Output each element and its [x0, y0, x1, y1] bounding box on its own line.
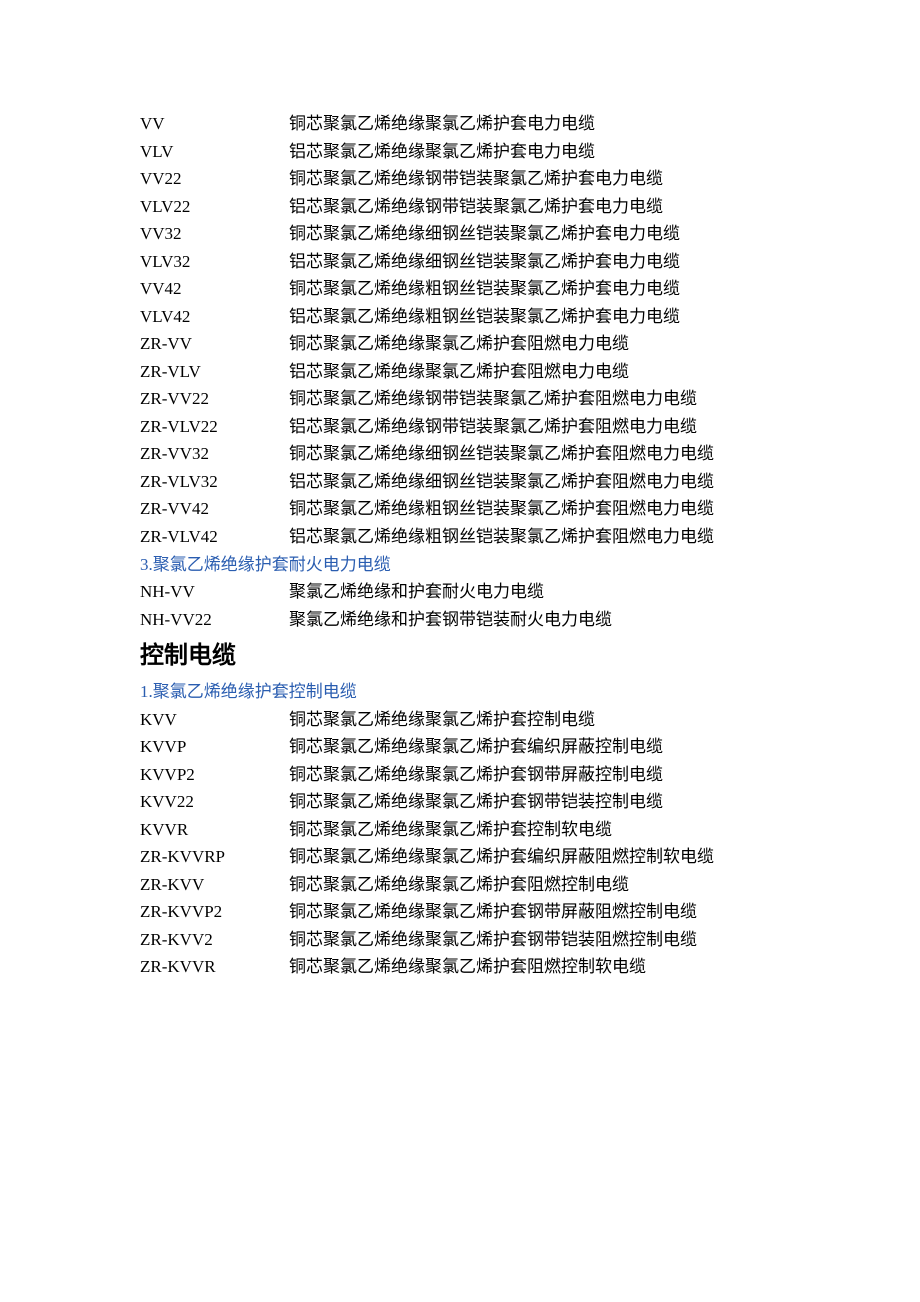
cable-code: ZR-VLV42 — [140, 523, 289, 551]
table-row: ZR-KVVRP铜芯聚氯乙烯绝缘聚氯乙烯护套编织屏蔽阻燃控制软电缆 — [140, 843, 780, 871]
cable-description: 铜芯聚氯乙烯绝缘聚氯乙烯护套阻燃电力电缆 — [289, 330, 780, 358]
cable-description: 铜芯聚氯乙烯绝缘聚氯乙烯护套钢带屏蔽阻燃控制电缆 — [289, 898, 780, 926]
cable-description: 聚氯乙烯绝缘和护套钢带铠装耐火电力电缆 — [289, 606, 780, 634]
cable-description: 铜芯聚氯乙烯绝缘聚氯乙烯护套控制软电缆 — [289, 816, 780, 844]
cable-code: ZR-VLV — [140, 358, 289, 386]
table-row: ZR-KVV2铜芯聚氯乙烯绝缘聚氯乙烯护套钢带铠装阻燃控制电缆 — [140, 926, 780, 954]
table-row: NH-VV22聚氯乙烯绝缘和护套钢带铠装耐火电力电缆 — [140, 606, 780, 634]
table-row: ZR-VV32铜芯聚氯乙烯绝缘细钢丝铠装聚氯乙烯护套阻燃电力电缆 — [140, 440, 780, 468]
cable-code: VV32 — [140, 220, 289, 248]
cable-code: ZR-KVVP2 — [140, 898, 289, 926]
cable-code: VLV42 — [140, 303, 289, 331]
cable-code: VLV32 — [140, 248, 289, 276]
cable-code: VV22 — [140, 165, 289, 193]
table-row: NH-VV聚氯乙烯绝缘和护套耐火电力电缆 — [140, 578, 780, 606]
cable-description: 铜芯聚氯乙烯绝缘聚氯乙烯护套电力电缆 — [289, 110, 780, 138]
cable-description: 铝芯聚氯乙烯绝缘钢带铠装聚氯乙烯护套电力电缆 — [289, 193, 780, 221]
cable-description: 聚氯乙烯绝缘和护套耐火电力电缆 — [289, 578, 780, 606]
cable-code: NH-VV22 — [140, 606, 289, 634]
cable-description: 铜芯聚氯乙烯绝缘聚氯乙烯护套阻燃控制软电缆 — [289, 953, 780, 981]
table-row: ZR-VLV32铝芯聚氯乙烯绝缘细钢丝铠装聚氯乙烯护套阻燃电力电缆 — [140, 468, 780, 496]
sub-heading: 1.聚氯乙烯绝缘护套控制电缆 — [140, 678, 780, 706]
table-row: VV22铜芯聚氯乙烯绝缘钢带铠装聚氯乙烯护套电力电缆 — [140, 165, 780, 193]
cable-description: 铜芯聚氯乙烯绝缘钢带铠装聚氯乙烯护套阻燃电力电缆 — [289, 385, 780, 413]
table-row: ZR-KVVP2铜芯聚氯乙烯绝缘聚氯乙烯护套钢带屏蔽阻燃控制电缆 — [140, 898, 780, 926]
cable-description: 铜芯聚氯乙烯绝缘粗钢丝铠装聚氯乙烯护套阻燃电力电缆 — [289, 495, 780, 523]
cable-code: KVVR — [140, 816, 289, 844]
cable-code: KVV22 — [140, 788, 289, 816]
cable-code: NH-VV — [140, 578, 289, 606]
table-row: KVV22铜芯聚氯乙烯绝缘聚氯乙烯护套钢带铠装控制电缆 — [140, 788, 780, 816]
table-row: VV铜芯聚氯乙烯绝缘聚氯乙烯护套电力电缆 — [140, 110, 780, 138]
cable-description: 铜芯聚氯乙烯绝缘聚氯乙烯护套钢带铠装控制电缆 — [289, 788, 780, 816]
table-row: ZR-VLV42铝芯聚氯乙烯绝缘粗钢丝铠装聚氯乙烯护套阻燃电力电缆 — [140, 523, 780, 551]
document-page: VV铜芯聚氯乙烯绝缘聚氯乙烯护套电力电缆VLV铝芯聚氯乙烯绝缘聚氯乙烯护套电力电… — [0, 0, 920, 981]
cable-code: KVVP2 — [140, 761, 289, 789]
table-row: KVVP2铜芯聚氯乙烯绝缘聚氯乙烯护套钢带屏蔽控制电缆 — [140, 761, 780, 789]
cable-description: 铜芯聚氯乙烯绝缘聚氯乙烯护套钢带屏蔽控制电缆 — [289, 761, 780, 789]
table-row: VLV铝芯聚氯乙烯绝缘聚氯乙烯护套电力电缆 — [140, 138, 780, 166]
cable-description: 铜芯聚氯乙烯绝缘聚氯乙烯护套钢带铠装阻燃控制电缆 — [289, 926, 780, 954]
cable-description: 铜芯聚氯乙烯绝缘钢带铠装聚氯乙烯护套电力电缆 — [289, 165, 780, 193]
cable-description: 铝芯聚氯乙烯绝缘粗钢丝铠装聚氯乙烯护套电力电缆 — [289, 303, 780, 331]
table-row: ZR-VLV铝芯聚氯乙烯绝缘聚氯乙烯护套阻燃电力电缆 — [140, 358, 780, 386]
cable-description: 铜芯聚氯乙烯绝缘粗钢丝铠装聚氯乙烯护套电力电缆 — [289, 275, 780, 303]
table-row: VLV42铝芯聚氯乙烯绝缘粗钢丝铠装聚氯乙烯护套电力电缆 — [140, 303, 780, 331]
cable-code: ZR-VV32 — [140, 440, 289, 468]
cable-code: ZR-VLV32 — [140, 468, 289, 496]
table-row: ZR-VV铜芯聚氯乙烯绝缘聚氯乙烯护套阻燃电力电缆 — [140, 330, 780, 358]
cable-description: 铜芯聚氯乙烯绝缘聚氯乙烯护套控制电缆 — [289, 706, 780, 734]
table-row: ZR-VLV22铝芯聚氯乙烯绝缘钢带铠装聚氯乙烯护套阻燃电力电缆 — [140, 413, 780, 441]
cable-description: 铝芯聚氯乙烯绝缘粗钢丝铠装聚氯乙烯护套阻燃电力电缆 — [289, 523, 780, 551]
cable-code: ZR-KVV2 — [140, 926, 289, 954]
table-row: VV32铜芯聚氯乙烯绝缘细钢丝铠装聚氯乙烯护套电力电缆 — [140, 220, 780, 248]
cable-code: ZR-VV42 — [140, 495, 289, 523]
table-row: ZR-VV22铜芯聚氯乙烯绝缘钢带铠装聚氯乙烯护套阻燃电力电缆 — [140, 385, 780, 413]
table-row: VLV32铝芯聚氯乙烯绝缘细钢丝铠装聚氯乙烯护套电力电缆 — [140, 248, 780, 276]
cable-description: 铝芯聚氯乙烯绝缘聚氯乙烯护套阻燃电力电缆 — [289, 358, 780, 386]
table-row: ZR-KVV铜芯聚氯乙烯绝缘聚氯乙烯护套阻燃控制电缆 — [140, 871, 780, 899]
cable-description: 铜芯聚氯乙烯绝缘细钢丝铠装聚氯乙烯护套电力电缆 — [289, 220, 780, 248]
cable-code: ZR-VV22 — [140, 385, 289, 413]
cable-description: 铜芯聚氯乙烯绝缘聚氯乙烯护套编织屏蔽控制电缆 — [289, 733, 780, 761]
cable-code: VV — [140, 110, 289, 138]
cable-description: 铝芯聚氯乙烯绝缘聚氯乙烯护套电力电缆 — [289, 138, 780, 166]
cable-description: 铝芯聚氯乙烯绝缘细钢丝铠装聚氯乙烯护套电力电缆 — [289, 248, 780, 276]
table-row: KVVP铜芯聚氯乙烯绝缘聚氯乙烯护套编织屏蔽控制电缆 — [140, 733, 780, 761]
cable-description: 铝芯聚氯乙烯绝缘细钢丝铠装聚氯乙烯护套阻燃电力电缆 — [289, 468, 780, 496]
cable-code: VLV — [140, 138, 289, 166]
cable-description: 铜芯聚氯乙烯绝缘聚氯乙烯护套阻燃控制电缆 — [289, 871, 780, 899]
cable-code: KVV — [140, 706, 289, 734]
table-row: KVVR铜芯聚氯乙烯绝缘聚氯乙烯护套控制软电缆 — [140, 816, 780, 844]
table-row: VV42铜芯聚氯乙烯绝缘粗钢丝铠装聚氯乙烯护套电力电缆 — [140, 275, 780, 303]
cable-code: ZR-VLV22 — [140, 413, 289, 441]
cable-description: 铜芯聚氯乙烯绝缘聚氯乙烯护套编织屏蔽阻燃控制软电缆 — [289, 843, 780, 871]
cable-description: 铜芯聚氯乙烯绝缘细钢丝铠装聚氯乙烯护套阻燃电力电缆 — [289, 440, 780, 468]
table-row: VLV22铝芯聚氯乙烯绝缘钢带铠装聚氯乙烯护套电力电缆 — [140, 193, 780, 221]
cable-code: VLV22 — [140, 193, 289, 221]
main-heading: 控制电缆 — [140, 637, 780, 676]
cable-code: ZR-VV — [140, 330, 289, 358]
sub-heading: 3.聚氯乙烯绝缘护套耐火电力电缆 — [140, 551, 780, 579]
table-row: ZR-VV42铜芯聚氯乙烯绝缘粗钢丝铠装聚氯乙烯护套阻燃电力电缆 — [140, 495, 780, 523]
table-row: ZR-KVVR铜芯聚氯乙烯绝缘聚氯乙烯护套阻燃控制软电缆 — [140, 953, 780, 981]
table-row: KVV铜芯聚氯乙烯绝缘聚氯乙烯护套控制电缆 — [140, 706, 780, 734]
cable-description: 铝芯聚氯乙烯绝缘钢带铠装聚氯乙烯护套阻燃电力电缆 — [289, 413, 780, 441]
cable-code: ZR-KVVRP — [140, 843, 289, 871]
cable-code: VV42 — [140, 275, 289, 303]
cable-code: ZR-KVV — [140, 871, 289, 899]
cable-code: ZR-KVVR — [140, 953, 289, 981]
cable-code: KVVP — [140, 733, 289, 761]
